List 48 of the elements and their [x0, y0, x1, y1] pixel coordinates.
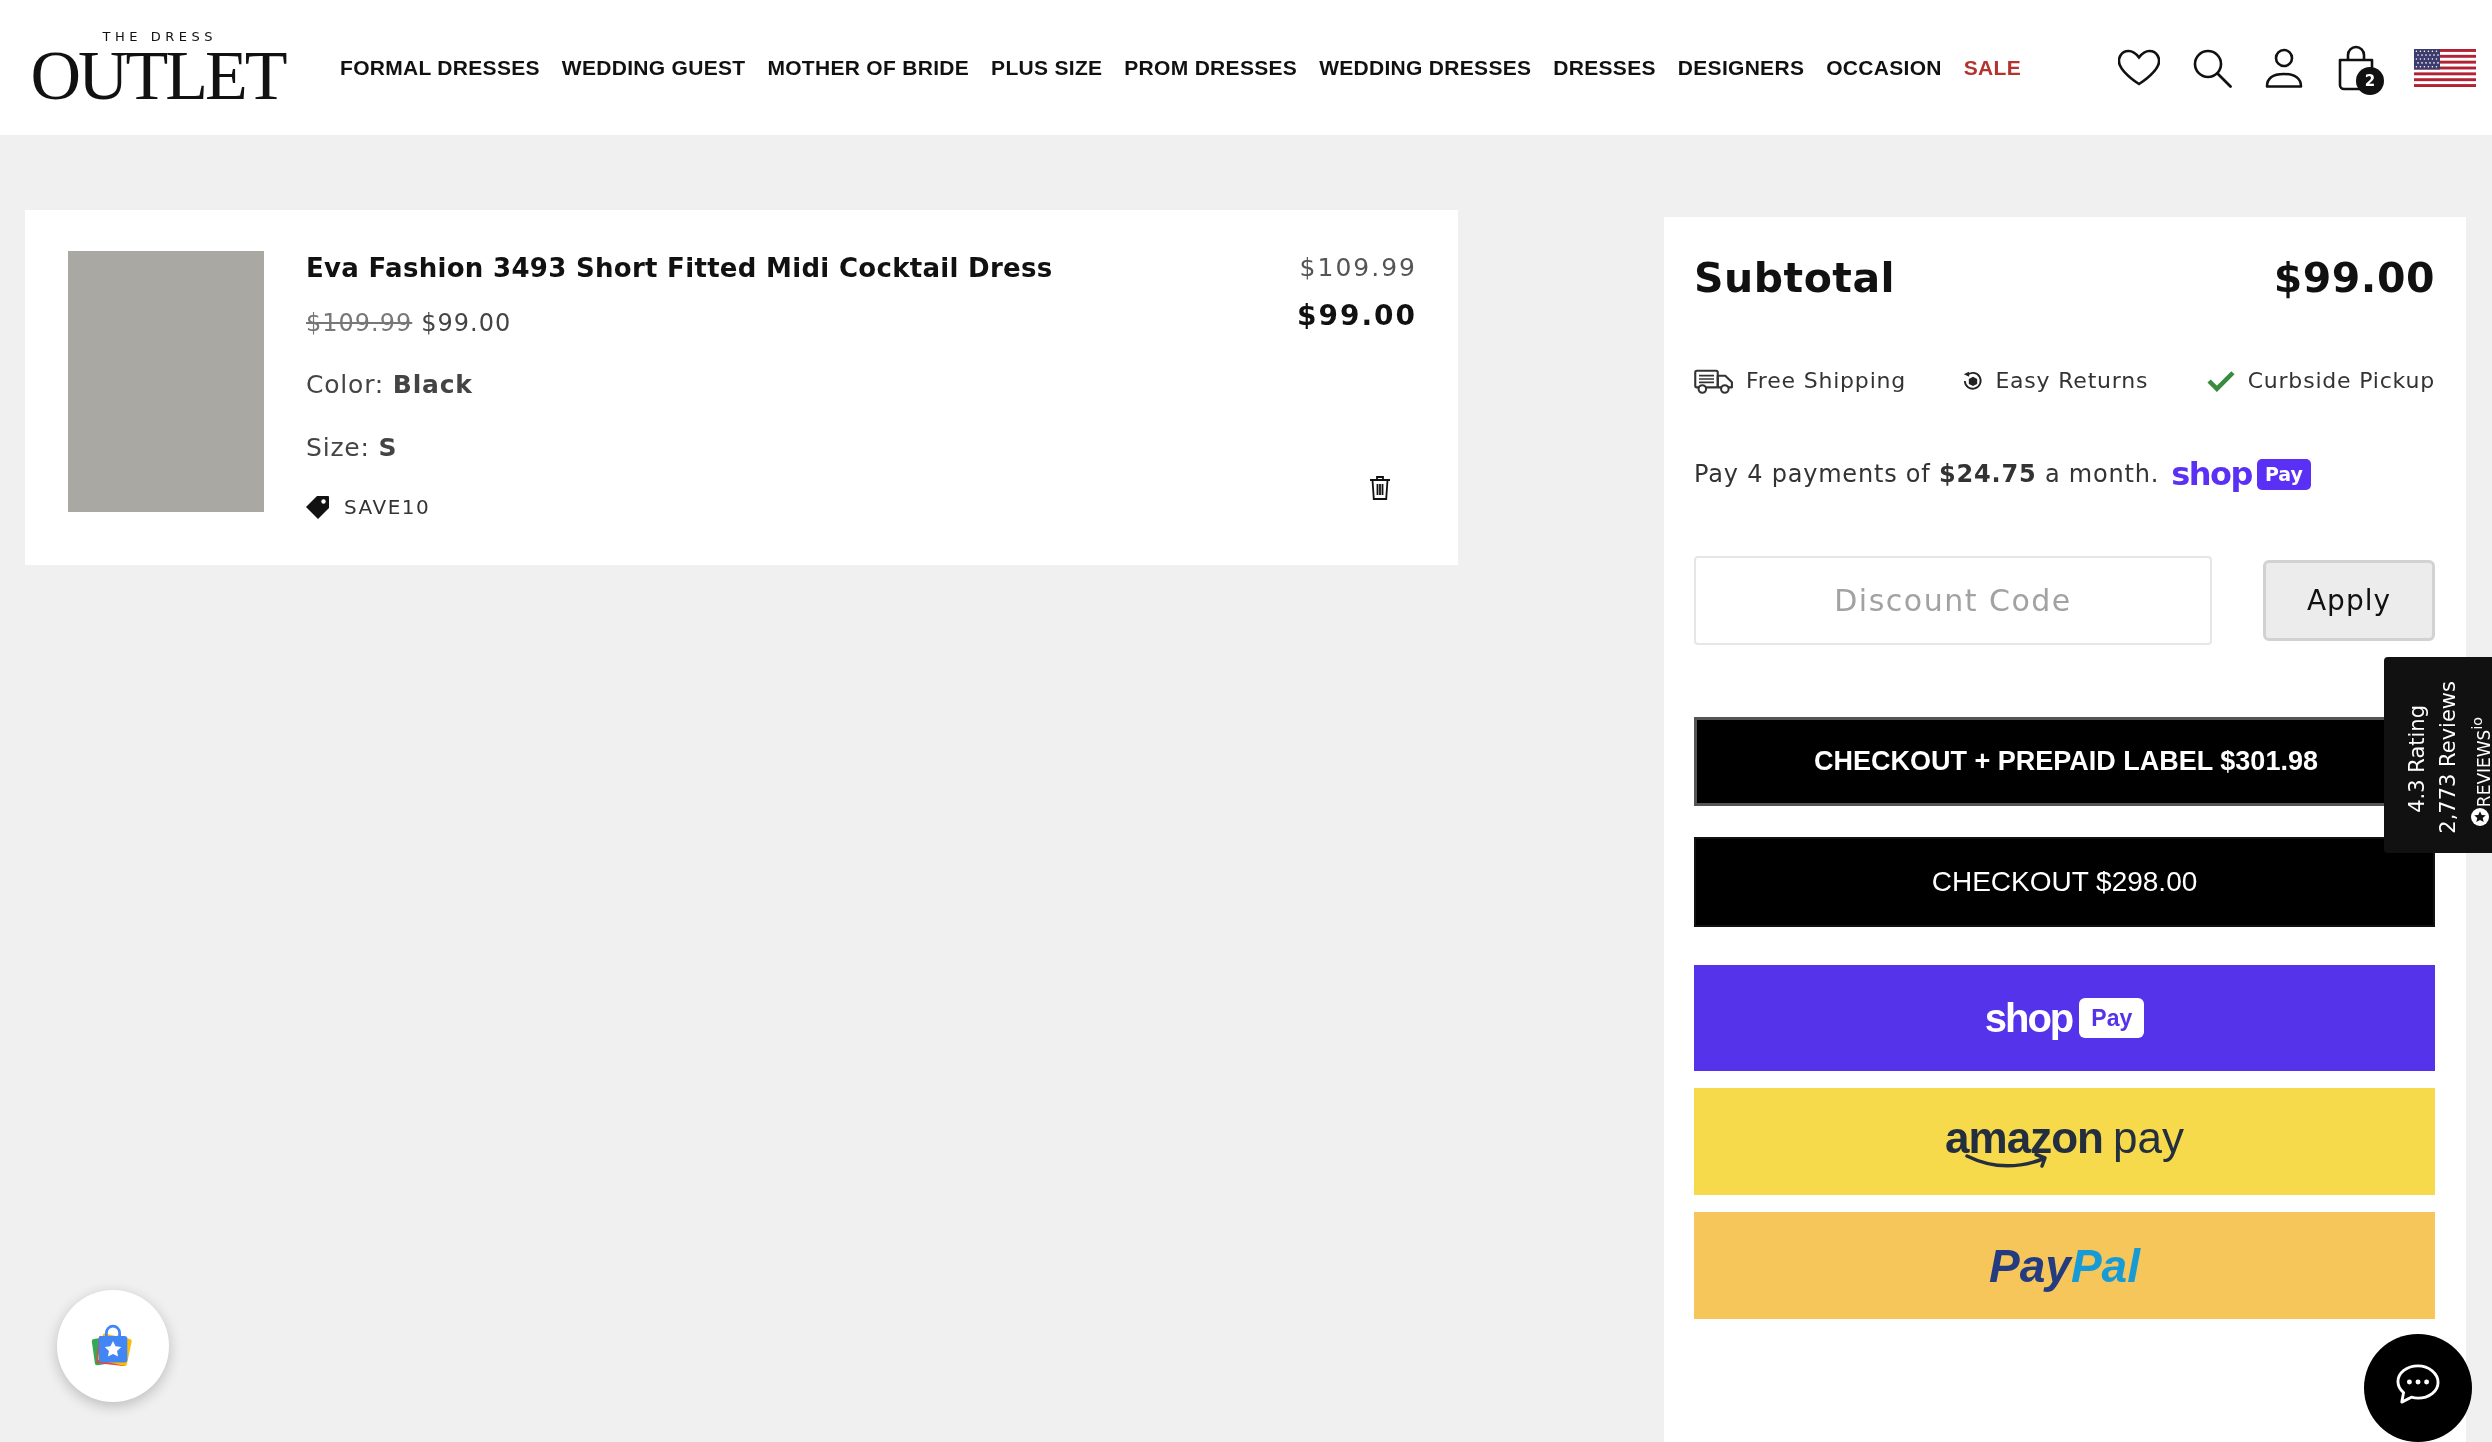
shop-pay-button[interactable]: shop Pay [1694, 965, 2435, 1071]
trash-icon[interactable] [1369, 475, 1391, 501]
nav-link[interactable]: WEDDING DRESSES [1319, 53, 1532, 82]
truck-icon [1694, 368, 1734, 394]
nav-link[interactable]: PROM DRESSES [1124, 53, 1298, 82]
installment-text: Pay 4 payments of $24.75 a month. [1694, 459, 2160, 490]
heart-icon[interactable] [2118, 49, 2160, 86]
amazon-pay-button[interactable]: amazon pay [1694, 1088, 2435, 1195]
shopping-bag-star-icon [91, 1324, 135, 1368]
sale-price: $99.00 [421, 308, 512, 339]
nav-link[interactable]: DESIGNERS [1677, 53, 1805, 82]
checkout-button[interactable]: CHECKOUT + PREPAID LABEL $301.98 [1694, 717, 2384, 806]
size-option: Size: S [306, 431, 398, 465]
check-icon [2205, 370, 2236, 392]
apply-button[interactable]: Apply [2263, 560, 2435, 641]
chat-bubble-icon [2395, 1363, 2441, 1405]
nav-link[interactable]: MOTHER OF BRIDE [767, 53, 970, 82]
cart-count-badge: 2 [2356, 66, 2384, 95]
subtotal-label: Subtotal [1694, 253, 1896, 303]
perk-label: Easy Returns [1995, 367, 2149, 395]
shop-pay-logo: shop Pay [2171, 457, 2311, 491]
user-icon[interactable] [2264, 47, 2304, 88]
search-icon[interactable] [2192, 47, 2232, 88]
discount-code: SAVE10 [344, 494, 431, 521]
perk-label: Curbside Pickup [2247, 367, 2435, 395]
nav-link[interactable]: SALE [1963, 53, 2021, 82]
rewards-button[interactable] [57, 1290, 169, 1402]
nav-link[interactable]: FORMAL DRESSES [340, 53, 540, 82]
tag-icon [306, 495, 330, 519]
checkout-button[interactable]: CHECKOUT $298.00 [1694, 837, 2435, 927]
product-title[interactable]: Eva Fashion 3493 Short Fitted Midi Cocktail Dress [306, 251, 1053, 285]
color-option: Color: Black [306, 368, 473, 402]
nav-link[interactable]: OCCASION [1826, 53, 1942, 82]
reviews-count: 2,773 Reviews [2436, 681, 2461, 834]
rating-text: 4.3 Rating [2405, 705, 2430, 813]
original-price: $109.99 [306, 308, 413, 339]
star-badge-icon [2471, 808, 2490, 826]
flag-icon[interactable] [2414, 48, 2476, 87]
subtotal-amount: $99.00 [2273, 253, 2435, 303]
box-return-icon [1963, 370, 1984, 392]
paypal-button[interactable]: PayPal [1694, 1212, 2435, 1319]
nav-link[interactable]: DRESSES [1553, 53, 1656, 82]
perk-label: Free Shipping [1746, 367, 1907, 395]
nav-link[interactable]: WEDDING GUEST [561, 53, 746, 82]
nav-link[interactable]: PLUS SIZE [991, 53, 1103, 82]
line-total: $99.00 [1296, 298, 1417, 334]
line-original-price: $109.99 [1299, 252, 1417, 284]
discount-code-field[interactable]: Discount Code [1694, 556, 2212, 645]
